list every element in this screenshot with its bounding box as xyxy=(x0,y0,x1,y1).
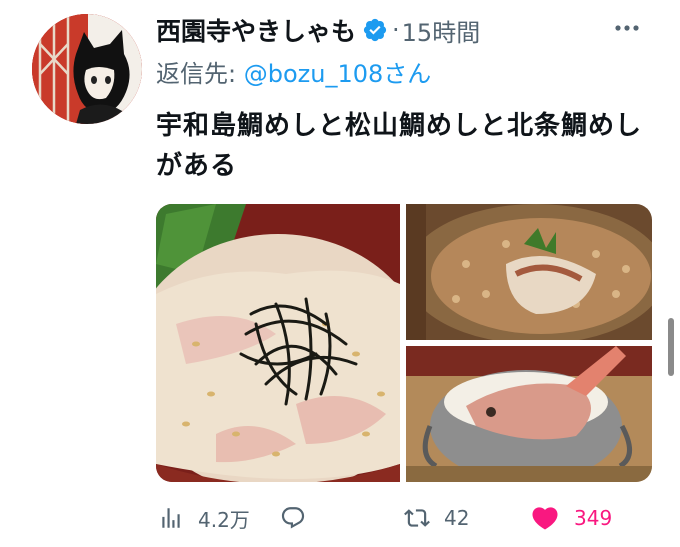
avatar[interactable] xyxy=(32,14,142,124)
tweet-actions: 4.2万 42 349 xyxy=(156,500,656,536)
display-name[interactable]: 西園寺やきしゃも xyxy=(156,12,356,48)
reply-button[interactable] xyxy=(280,500,320,536)
replying-to: 返信先: @bozu_108さん xyxy=(156,54,431,89)
retweet-icon xyxy=(404,505,430,531)
timestamp[interactable]: 15時間 xyxy=(402,13,481,48)
verified-badge-icon xyxy=(362,17,388,43)
views-count: 4.2万 xyxy=(198,507,250,532)
photo-tai-sashimi-don[interactable] xyxy=(156,204,400,482)
retweet-count: 42 xyxy=(444,506,470,530)
reply-prefix: 返信先: xyxy=(156,60,244,88)
retweet-button[interactable]: 42 xyxy=(404,500,469,536)
more-icon[interactable] xyxy=(612,16,642,40)
like-button[interactable]: 349 xyxy=(530,500,612,536)
scrollbar[interactable] xyxy=(668,318,674,376)
photo-tai-kamameshi[interactable] xyxy=(406,346,652,482)
reply-icon xyxy=(280,505,306,531)
tweet-text: 宇和島鯛めしと松山鯛めしと北条鯛めしがある xyxy=(156,111,643,181)
avatar-image xyxy=(32,14,142,124)
views-icon xyxy=(158,505,184,531)
tweet-header: 西園寺やきしゃも · 15時間 xyxy=(156,12,480,48)
views-button[interactable]: 4.2万 xyxy=(158,500,250,536)
tweet-card[interactable]: 西園寺やきしゃも · 15時間 返信先: @bozu_108さん 宇和島鯛めしと… xyxy=(0,0,680,547)
photo-tai-meshi-rice[interactable] xyxy=(406,204,652,340)
separator-dot: · xyxy=(392,16,400,44)
heart-icon xyxy=(530,503,560,533)
like-count: 349 xyxy=(574,506,613,530)
media-grid xyxy=(156,204,652,482)
reply-handle-link[interactable]: @bozu_108さん xyxy=(244,60,432,88)
